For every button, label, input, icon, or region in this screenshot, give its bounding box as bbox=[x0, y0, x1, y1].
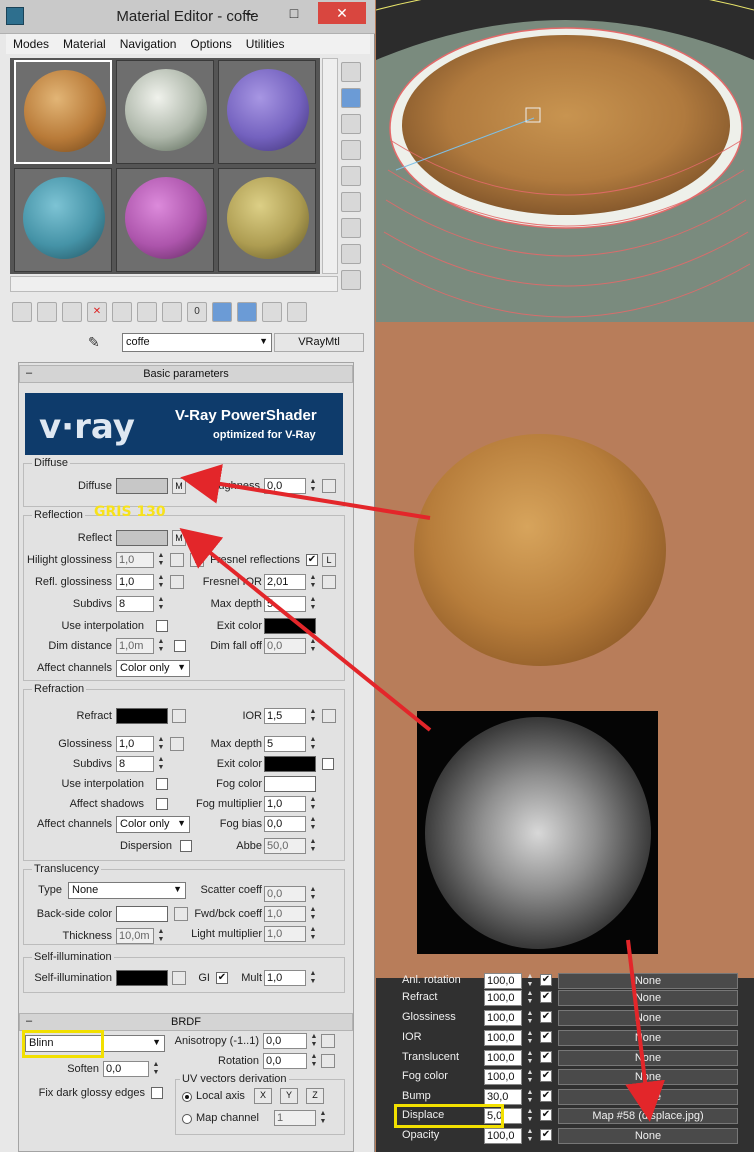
arrow-displace bbox=[625, 939, 665, 1122]
annotation-arrows bbox=[179, 464, 665, 1122]
arrow-reflect bbox=[179, 527, 432, 732]
arrow-diffuse bbox=[180, 464, 431, 520]
